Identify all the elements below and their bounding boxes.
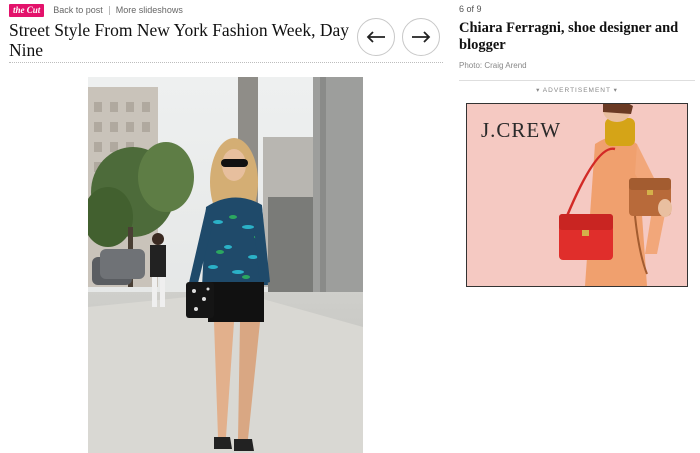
slide-photo[interactable] — [88, 77, 363, 453]
street-style-photo — [88, 77, 363, 453]
top-bar: the Cut Back to post More slideshows — [9, 3, 183, 17]
caption-divider — [459, 80, 695, 81]
link-separator — [108, 5, 110, 15]
ad-artwork — [559, 104, 672, 286]
previous-slide-button[interactable] — [357, 18, 395, 56]
slideshow-title: Street Style From New York Fashion Week,… — [9, 20, 349, 60]
slide-caption: Chiara Ferragni, shoe designer and blogg… — [459, 20, 679, 53]
photo-credit: Photo: Craig Arend — [459, 61, 527, 70]
arrow-left-icon — [366, 31, 385, 43]
slide-counter: 6 of 9 — [459, 4, 482, 14]
title-divider — [9, 62, 443, 63]
top-links: Back to post More slideshows — [53, 5, 183, 15]
arrow-right-icon — [412, 31, 431, 43]
more-slideshows-link[interactable]: More slideshows — [116, 5, 183, 15]
the-cut-logo[interactable]: the Cut — [9, 3, 45, 17]
advertisement-label: ▾ ADVERTISEMENT ▾ — [536, 87, 618, 94]
next-slide-button[interactable] — [402, 18, 440, 56]
back-to-post-link[interactable]: Back to post — [53, 5, 103, 15]
jcrew-advertisement[interactable]: J.CREW — [466, 103, 688, 287]
